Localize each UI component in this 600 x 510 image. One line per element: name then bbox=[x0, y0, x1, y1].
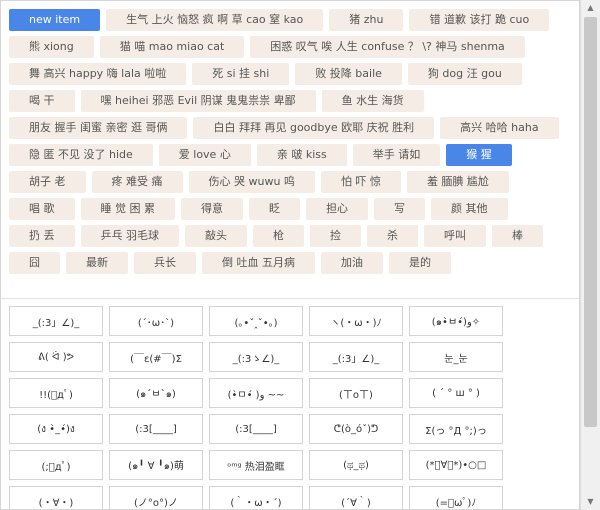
category-tag[interactable]: 败 投降 baile bbox=[295, 63, 402, 85]
category-tag[interactable]: 枪 bbox=[253, 225, 304, 247]
category-tag[interactable]: 胡子 老 bbox=[9, 171, 86, 193]
category-tag[interactable]: 爱 love 心 bbox=[158, 144, 251, 166]
category-tag[interactable]: 伤心 哭 wuwu 呜 bbox=[188, 171, 315, 193]
category-tag[interactable]: 举手 请如 bbox=[352, 144, 441, 166]
scrollbar-thumb[interactable] bbox=[584, 17, 597, 427]
category-tag[interactable]: 加油 bbox=[321, 252, 383, 274]
category-tag[interactable]: 高兴 哈哈 haha bbox=[440, 117, 559, 139]
divider bbox=[1, 298, 579, 299]
emoticon-cell[interactable]: _(:3」∠)_ bbox=[9, 306, 103, 336]
category-tag[interactable]: 唱 歌 bbox=[9, 198, 75, 220]
category-tag[interactable]: 嘿 heihei 邪恶 Evil 阴谋 鬼鬼祟祟 卑鄙 bbox=[80, 90, 316, 112]
emoticon-cell[interactable]: (๑•̀ㅂ•́)و✧ bbox=[409, 306, 503, 336]
category-tag[interactable]: 猫 喵 mao miao cat bbox=[99, 36, 245, 58]
emoticon-cell[interactable]: (๑╹ ∀ ╹๑)萌 bbox=[109, 450, 203, 480]
category-tag[interactable]: 死 si 挂 shi bbox=[192, 63, 290, 85]
emoticon-cell[interactable]: (´∀｀) bbox=[309, 486, 403, 509]
category-tag[interactable]: 怕 吓 惊 bbox=[320, 171, 401, 193]
category-tag[interactable]: 困惑 叹气 唉 人生 confuse ？ \? 神马 shenma bbox=[250, 36, 525, 58]
emoticon-grid: _(:3」∠)_ (´･ω･`) (｡•ˇ‸ˇ•｡) ヽ(・ω・)ﾉ (๑•̀ㅂ•́)و… bbox=[9, 306, 503, 509]
emoticon-cell[interactable]: (ง •̀_•́)ง bbox=[9, 414, 103, 444]
category-tag[interactable]: 棒 bbox=[492, 225, 543, 247]
category-tag[interactable]: 囧 bbox=[9, 252, 60, 274]
category-tag[interactable]: 狗 dog 汪 gou bbox=[407, 63, 522, 85]
category-tag[interactable]: 睡 觉 困 累 bbox=[80, 198, 175, 220]
scroll-down-arrow-icon[interactable]: ▼ bbox=[581, 494, 600, 510]
category-tag[interactable]: 颜 其他 bbox=[431, 198, 508, 220]
category-tag[interactable]: 眨 bbox=[249, 198, 300, 220]
emoticon-cell[interactable]: (ㄒoㄒ) bbox=[309, 378, 403, 408]
category-tag[interactable]: 猪 zhu bbox=[329, 9, 404, 31]
category-tag[interactable]: 羞 腼腆 尴尬 bbox=[406, 171, 509, 193]
emoticon-cell[interactable]: (*ﾟ∀ﾟ*)•○□ bbox=[409, 450, 503, 480]
emoticon-cell[interactable]: Σ(っ °Д °;)っ bbox=[409, 414, 503, 444]
emoticon-cell[interactable]: (｡•ˇ‸ˇ•｡) bbox=[209, 306, 303, 336]
category-tag[interactable]: 猴 猩 bbox=[446, 144, 512, 166]
category-tag[interactable]: 是的 bbox=[389, 252, 451, 274]
emoticon-picker-panel: new item 生气 上火 恼怒 疯 啊 草 cao 窒 kao 猪 zhu 错 道… bbox=[0, 0, 580, 510]
category-tag[interactable]: 担心 bbox=[306, 198, 368, 220]
category-tag[interactable]: 隐 匿 不见 没了 hide bbox=[9, 144, 153, 166]
emoticon-cell[interactable]: !!(ﾟдﾟ) bbox=[9, 378, 103, 408]
emoticon-cell[interactable]: (｀・ω・´) bbox=[209, 486, 303, 509]
emoticon-cell[interactable]: _(:3ゝ∠)_ bbox=[209, 342, 303, 372]
category-tag[interactable]: 亲 啵 kiss bbox=[256, 144, 347, 166]
emoticon-cell[interactable]: (・∀・) bbox=[9, 486, 103, 509]
emoticon-cell[interactable]: ᕦ(ò_óˇ)ᕤ bbox=[309, 414, 403, 444]
category-tag[interactable]: 敲头 bbox=[185, 225, 247, 247]
emoticon-cell[interactable]: 눈_눈 bbox=[409, 342, 503, 372]
emoticon-cell[interactable]: (•̀ㅁ•́ )و ~~ bbox=[209, 378, 303, 408]
emoticon-cell[interactable]: ᕕ( ᐛ )ᕗ bbox=[9, 342, 103, 372]
category-tag[interactable]: 乒乓 羽毛球 bbox=[80, 225, 179, 247]
emoticon-cell[interactable]: ᵒᵐᵍ 热泪盈眶 bbox=[209, 450, 303, 480]
category-tag[interactable]: 杀 bbox=[367, 225, 418, 247]
category-tag[interactable]: 最新 bbox=[66, 252, 128, 274]
emoticon-cell[interactable]: (=ﾟωﾟ)ﾉ bbox=[409, 486, 503, 509]
emoticon-cell[interactable]: (￣ε(#￣)Σ bbox=[109, 342, 203, 372]
emoticon-cell[interactable]: (๑´ㅂ`๑) bbox=[109, 378, 203, 408]
emoticon-cell[interactable]: (;ﾟдﾟ) bbox=[9, 450, 103, 480]
category-tag[interactable]: 熊 xiong bbox=[9, 36, 94, 58]
category-tag[interactable]: 呼叫 bbox=[424, 225, 486, 247]
category-tag[interactable]: 白白 拜拜 再见 goodbye 欧耶 庆祝 胜利 bbox=[193, 117, 435, 139]
category-tag[interactable]: 舞 高兴 happy 嗨 lala 啦啦 bbox=[9, 63, 187, 85]
emoticon-cell[interactable]: (´･ω･`) bbox=[109, 306, 203, 336]
category-tag[interactable]: 朋友 握手 闺蜜 亲密 逛 哥俩 bbox=[9, 117, 188, 139]
category-tag[interactable]: 鱼 水生 海货 bbox=[321, 90, 424, 112]
category-tag[interactable]: 扔 丢 bbox=[9, 225, 75, 247]
emoticon-cell[interactable]: ( ´ ° ш ° ) bbox=[409, 378, 503, 408]
category-tag[interactable]: 兵长 bbox=[134, 252, 196, 274]
emoticon-cell[interactable]: _(:3」∠)_ bbox=[309, 342, 403, 372]
category-tag[interactable]: 错 道歉 该打 跪 cuo bbox=[409, 9, 550, 31]
category-tag[interactable]: 写 bbox=[374, 198, 425, 220]
scroll-up-arrow-icon[interactable]: ▲ bbox=[581, 0, 600, 16]
category-tag-list: new item 生气 上火 恼怒 疯 啊 草 cao 窒 kao 猪 zhu 错 道… bbox=[9, 9, 574, 274]
category-tag[interactable]: 喝 干 bbox=[9, 90, 75, 112]
category-tag[interactable]: 得意 bbox=[181, 198, 243, 220]
emoticon-cell[interactable]: (:3[____] bbox=[209, 414, 303, 444]
vertical-scrollbar[interactable]: ▲ ▼ bbox=[580, 0, 600, 510]
category-tag[interactable]: 倒 吐血 五月病 bbox=[202, 252, 315, 274]
emoticon-cell[interactable]: (ノ°ο°)ノ bbox=[109, 486, 203, 509]
category-tag[interactable]: 疼 难受 痛 bbox=[91, 171, 183, 193]
emoticon-cell[interactable]: ヽ(・ω・)ﾉ bbox=[309, 306, 403, 336]
category-tag[interactable]: new item bbox=[9, 9, 101, 31]
category-tag[interactable]: 生气 上火 恼怒 疯 啊 草 cao 窒 kao bbox=[106, 9, 324, 31]
category-tag[interactable]: 捡 bbox=[310, 225, 361, 247]
emoticon-cell[interactable]: (ಥ_ಥ) bbox=[309, 450, 403, 480]
emoticon-cell[interactable]: (:3[____] bbox=[109, 414, 203, 444]
